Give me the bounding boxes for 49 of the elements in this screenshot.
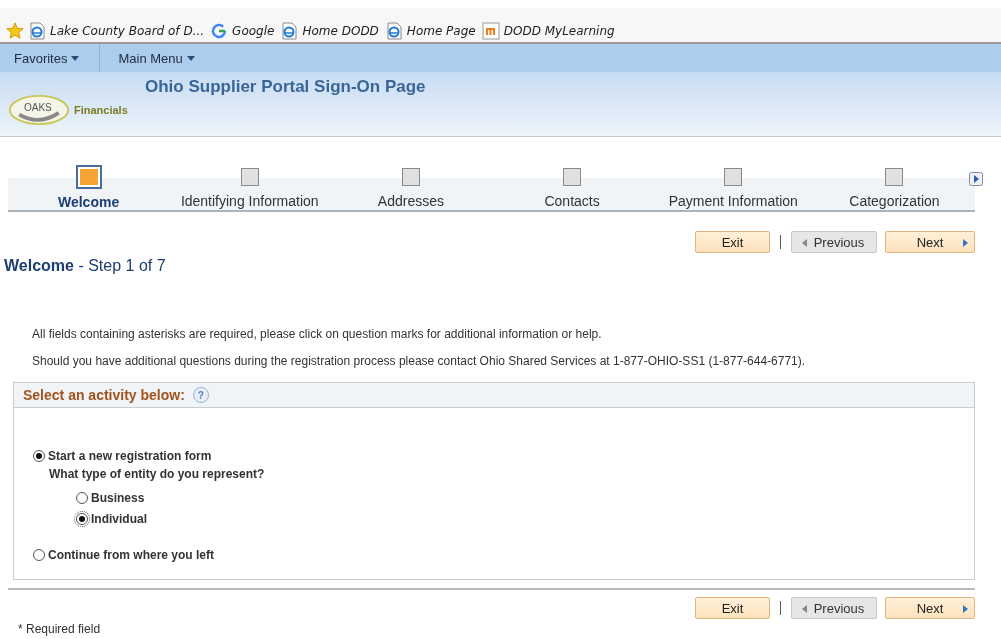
left-arrow-icon [802,605,807,613]
radio-button[interactable] [33,450,45,462]
radio-button[interactable] [33,549,45,561]
g-logo-icon [210,22,229,40]
step-tab[interactable]: Identifying Information [169,165,331,210]
bookmark-link[interactable]: Home DODD [302,24,379,38]
caret-icon [186,55,195,61]
option-label[interactable]: Start a new registration form [48,449,212,463]
help-icon[interactable]: ? [192,387,209,403]
page-icon [384,22,403,40]
option-label[interactable]: Continue from where you left [48,548,214,562]
page-title: Welcome [4,257,74,274]
step-tab[interactable]: Addresses [330,165,492,210]
instruction-text: Should you have additional questions during the registration process please contact Ohio Shared Services at 1-877-OHIO-SS1 (1-877-644-6771). [32,354,807,368]
step-tab[interactable]: Payment Information [652,165,814,210]
next-button[interactable]: Next [885,597,975,619]
scroll-right-icon[interactable] [969,172,983,186]
option-label[interactable]: Business [91,490,145,505]
radio-button[interactable] [76,491,88,504]
page-icon [28,22,46,40]
bookmark-link[interactable]: Lake County Board of D... [50,24,205,38]
star-icon[interactable] [6,22,24,40]
step-tab[interactable]: Categorization [813,165,976,210]
next-button[interactable]: Next [885,231,975,253]
section-heading: Select an activity below: [23,387,185,403]
step-tab[interactable]: Contacts [491,165,653,210]
exit-button[interactable]: Exit [695,231,770,253]
oaks-logo-icon [8,94,70,126]
square-icon [481,22,500,40]
caret-icon [71,55,80,61]
option-label[interactable]: Individual [91,511,147,526]
logo-text: OAKS [24,102,52,113]
exit-button[interactable]: Exit [695,597,770,619]
bookmark-link[interactable]: Home Page [406,24,476,38]
bookmark-link[interactable]: Google [232,24,275,38]
right-arrow-icon [963,605,968,613]
question-text: What type of entity do you represent? [49,467,266,481]
left-arrow-icon [802,239,807,247]
right-arrow-icon [963,239,968,247]
page-header-title: Ohio Supplier Portal Sign-On Page [145,77,426,98]
step-count: - Step 1 of 7 [78,257,166,274]
step-tab[interactable]: Welcome [8,165,170,210]
menu-dropdown[interactable]: Main Menu [104,44,219,72]
bookmark-link[interactable]: DODD MyLearning [503,24,615,38]
logo-caption: Financials [74,104,128,116]
instruction-text: All fields containing asterisks are required, please click on question marks for additional information or help. [32,327,603,341]
radio-button[interactable] [76,512,88,525]
footnote-text: * Required field [18,622,102,636]
page-icon [280,22,299,40]
